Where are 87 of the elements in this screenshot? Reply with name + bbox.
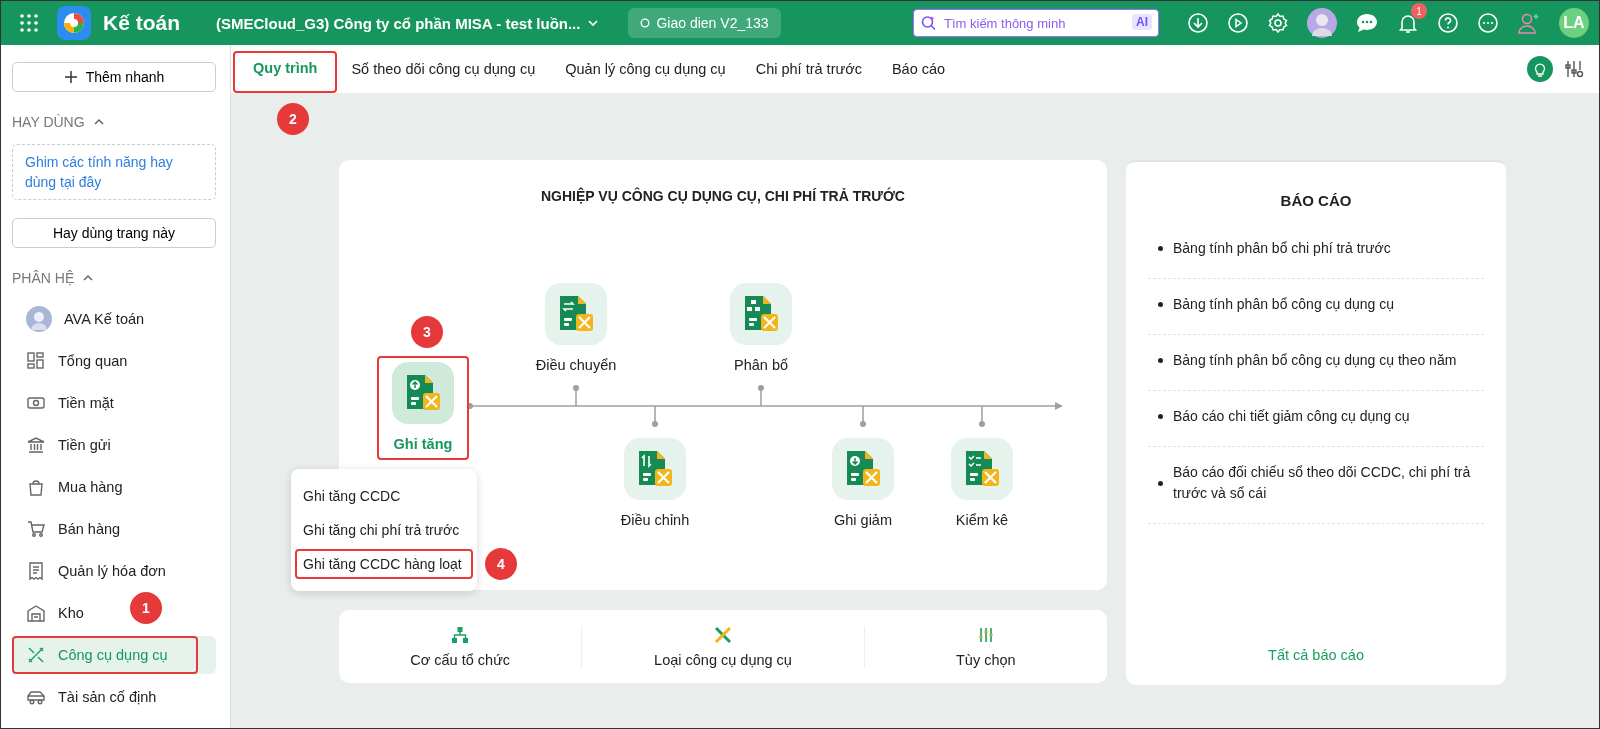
bullet-icon [1158,414,1163,419]
more-icon[interactable] [1477,12,1499,34]
section-heading: HAY DÙNG [12,114,85,130]
tab[interactable]: Sổ theo dõi công cụ dụng cụ [341,45,546,93]
tab[interactable]: Quản lý công cụ dụng cụ [555,45,736,93]
plus-icon [63,70,78,84]
report-link[interactable]: Báo cáo đối chiếu sổ theo dõi CCDC, chi phí trả trước và sổ cái [1173,462,1484,504]
notification-count: 1 [1411,3,1427,19]
step-number: 1 [130,592,162,624]
favorite-page-button[interactable]: Hay dùng trang này [12,218,216,248]
avatar-icon[interactable] [1307,8,1337,38]
shortcut-item[interactable]: Loại công cụ dụng cụ [581,625,864,668]
sidebar-item[interactable]: Kho [12,594,94,632]
report-link[interactable]: Bảng tính phân bổ chi phí trả trước [1173,238,1391,259]
ai-badge: AI [1132,14,1152,30]
step-number: 2 [277,103,309,135]
org-chart-icon [451,625,470,644]
sidebar-item[interactable]: AVA Kế toán [12,300,155,338]
menu-item[interactable]: Ghi tăng chi phí trả trước [297,513,477,547]
customize-icon[interactable] [1563,58,1585,80]
card-title: BÁO CÁO [1279,191,1353,211]
sidebar-item[interactable]: Tiền mặt [12,384,124,422]
help-icon[interactable] [1437,12,1459,34]
dashboard-icon [26,351,46,371]
shortcut-item[interactable]: Cơ cấu tổ chức [339,625,582,668]
sidebar-item[interactable]: Quản lý hóa đơn [12,552,176,590]
bank-icon [26,435,46,455]
process-step-label[interactable]: Phân bổ [734,357,788,373]
sidebar-item[interactable]: Tiền gửi [12,426,121,464]
tick-mark [652,405,658,427]
tick-mark [979,405,985,427]
process-step-label[interactable]: Điều chỉnh [620,512,690,528]
cart-icon [26,519,46,539]
tab[interactable]: Chi phí trả trước [745,45,872,93]
bullet-icon [1158,246,1163,251]
document-tools-icon[interactable] [624,438,686,500]
report-link[interactable]: Bảng tính phân bổ công cụ dụng cụ [1173,294,1395,315]
document-tools-icon[interactable] [392,362,454,424]
tools-icon [714,625,732,644]
sliders-icon [976,625,995,644]
document-tools-icon[interactable] [951,438,1013,500]
sparkle-search-icon [920,14,938,32]
all-reports-link[interactable]: Tất cả báo cáo [1148,647,1484,663]
warehouse-icon [26,603,46,623]
step-number: 4 [485,548,517,580]
process-step-label[interactable]: Ghi tăng [393,436,453,452]
step-number: 3 [411,316,443,348]
process-step-label[interactable]: Điều chuyển [535,357,617,373]
play-icon[interactable] [1227,12,1249,34]
card-title: NGHIỆP VỤ CÔNG CỤ DỤNG CỤ, CHI PHÍ TRẢ TRƯỚC [540,186,906,204]
shopping-bag-icon [26,477,46,497]
menu-item[interactable]: Ghi tăng CCDC [297,479,477,513]
download-icon[interactable] [1187,12,1209,34]
sidebar-item[interactable]: Bán hàng [12,510,131,548]
avatar-icon [26,306,52,332]
sidebar-item[interactable]: Tài sản cố định [12,678,167,716]
report-link[interactable]: Bảng tính phân bổ công cụ dụng cụ theo năm [1173,350,1457,371]
report-link[interactable]: Báo cáo chi tiết giảm công cụ dụng cụ [1173,406,1410,427]
sidebar-item[interactable]: Tổng quan [12,342,138,380]
receipt-icon [26,561,46,581]
app-grid-icon[interactable] [19,13,39,33]
app-title: Kế toán [103,11,180,35]
process-step-label[interactable]: Kiểm kê [955,512,1009,528]
bullet-icon [1158,358,1163,363]
bell-icon[interactable] [1397,12,1419,34]
document-tools-icon[interactable] [832,438,894,500]
document-tools-icon[interactable] [730,283,792,345]
shortcut-item[interactable]: Tùy chọn [863,625,1107,668]
pin-hint: Ghim các tính năng hay dùng tại đây [12,144,216,200]
document-tools-icon[interactable] [545,283,607,345]
section-heading: PHÂN HỆ [12,270,75,286]
quick-add-button[interactable]: Thêm nhanh [12,62,216,92]
process-step-label[interactable]: Ghi giảm [834,512,892,528]
company-selector[interactable]: (SMECloud_G3) Công ty cổ phần MISA - test luồn... [216,14,601,32]
chat-icon[interactable] [1355,12,1379,34]
tab[interactable]: Báo cáo [881,45,956,93]
bullet-icon [1158,302,1163,307]
tools-icon [26,645,46,665]
bullet-icon [1158,480,1163,486]
settings-icon[interactable] [1267,12,1289,34]
lightbulb-button[interactable] [1527,56,1553,82]
sidebar-item[interactable]: Mua hàng [12,468,133,506]
circle-icon [640,18,651,28]
tick-mark [860,405,866,427]
tick-mark [758,385,764,407]
tick-mark [573,385,579,407]
app-logo-icon [57,6,91,40]
